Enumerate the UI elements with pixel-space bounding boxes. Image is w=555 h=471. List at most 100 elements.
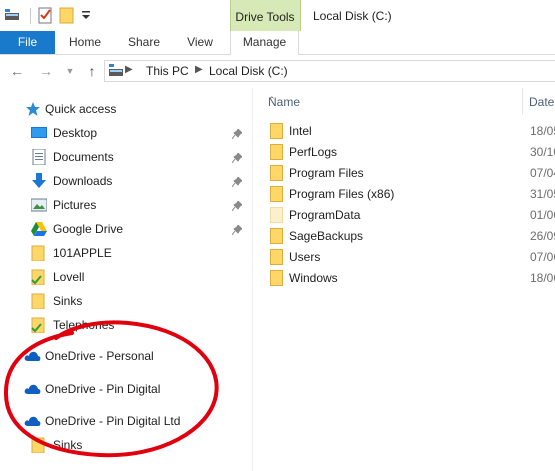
sidebar-item-onedrive-personal[interactable]: OneDrive - Personal <box>0 344 252 368</box>
pin-icon[interactable] <box>231 128 243 142</box>
tab-home[interactable]: Home <box>62 31 108 54</box>
this-pc-icon <box>109 64 125 81</box>
onedrive-cloud-icon <box>24 381 41 397</box>
breadcrumb-this-pc[interactable]: This PC <box>146 64 189 78</box>
new-folder-icon[interactable] <box>59 6 75 27</box>
sidebar-item-label: Lovell <box>53 270 85 284</box>
tab-share[interactable]: Share <box>120 31 168 54</box>
file-row[interactable]: Users 07/06 <box>253 246 555 267</box>
properties-icon[interactable] <box>37 6 53 27</box>
folder-icon <box>270 186 284 205</box>
pin-icon[interactable] <box>231 152 243 166</box>
navigation-pane: Quick access Desktop Documents Downloads… <box>0 88 252 471</box>
sidebar-item-label: 101APPLE <box>53 246 112 260</box>
recent-locations-icon[interactable]: ▼ <box>62 63 78 79</box>
sidebar-item-label: OneDrive - Personal <box>45 349 154 363</box>
pin-icon[interactable] <box>231 200 243 214</box>
file-date: 18/06 <box>530 271 555 285</box>
file-date: 07/06 <box>530 250 555 264</box>
downloads-icon <box>31 173 47 189</box>
tab-manage[interactable]: Manage <box>230 31 299 55</box>
sort-ascending-icon: ⌃ <box>268 95 276 105</box>
sidebar-item-label: Quick access <box>45 102 117 116</box>
pin-icon[interactable] <box>231 176 243 190</box>
drive-tools-label: Drive Tools <box>235 10 295 24</box>
back-arrow-icon[interactable]: ← <box>9 63 25 79</box>
star-icon <box>25 101 41 117</box>
column-header-name[interactable]: Name ⌃ <box>268 88 523 114</box>
sidebar-item-label: Downloads <box>53 174 113 188</box>
breadcrumb-chevron-icon[interactable]: ▶ <box>125 64 133 75</box>
file-date: 31/05 <box>530 187 555 201</box>
file-date: 01/06 <box>530 208 555 222</box>
documents-icon <box>31 148 47 166</box>
breadcrumb-local-disk[interactable]: Local Disk (C:) <box>209 64 288 78</box>
pictures-icon <box>30 197 48 213</box>
file-row[interactable]: Program Files (x86) 31/05 <box>253 183 555 204</box>
sidebar-item-google-drive[interactable]: Google Drive <box>0 217 252 241</box>
file-date: 26/09 <box>530 229 555 243</box>
onedrive-cloud-icon <box>24 348 41 364</box>
ribbon-tabs: File Home Share View Manage <box>0 31 555 55</box>
file-row[interactable]: ProgramData 01/06 <box>253 204 555 225</box>
file-row[interactable]: PerfLogs 30/10 <box>253 141 555 162</box>
tab-file[interactable]: File <box>0 31 55 54</box>
sidebar-item-pictures[interactable]: Pictures <box>0 193 252 217</box>
file-date: 07/04 <box>530 166 555 180</box>
google-drive-icon <box>31 221 47 237</box>
file-date: 18/05 <box>530 124 555 138</box>
file-name: Program Files <box>289 166 364 180</box>
folder-icon <box>270 249 284 268</box>
sidebar-item-101apple[interactable]: 101APPLE <box>0 241 252 265</box>
sidebar-item-downloads[interactable]: Downloads <box>0 169 252 193</box>
sidebar-item-onedrive-pin-digital[interactable]: OneDrive - Pin Digital <box>0 377 252 401</box>
file-row[interactable]: Program Files 07/04 <box>253 162 555 183</box>
address-bar[interactable]: ▶ This PC ▶ Local Disk (C:) <box>104 60 555 82</box>
navigation-bar: ← → ▼ ↑ ▶ This PC ▶ Local Disk (C:) <box>0 55 555 87</box>
file-name: PerfLogs <box>289 145 338 159</box>
column-header-label: Date <box>529 95 555 109</box>
quick-access-toolbar <box>4 6 97 26</box>
tab-view[interactable]: View <box>178 31 222 54</box>
sidebar-item-label: Sinks <box>53 294 83 308</box>
folder-icon <box>31 293 47 310</box>
sidebar-item-label: Telephones <box>53 318 115 332</box>
up-arrow-icon[interactable]: ↑ <box>84 63 100 79</box>
file-row[interactable]: Windows 18/06 <box>253 267 555 288</box>
sidebar-item-label: Google Drive <box>53 222 124 236</box>
file-name: SageBackups <box>289 229 364 243</box>
forward-arrow-icon[interactable]: → <box>38 63 54 79</box>
onedrive-cloud-icon <box>24 413 41 429</box>
folder-icon <box>270 144 284 163</box>
folder-icon <box>270 123 284 142</box>
column-divider[interactable] <box>522 88 523 114</box>
sidebar-item-lovell[interactable]: Lovell <box>0 265 252 289</box>
file-name: Users <box>289 250 321 264</box>
sidebar-item-label: OneDrive - Pin Digital <box>45 382 161 396</box>
customize-toolbar-icon[interactable] <box>81 9 91 24</box>
drive-app-icon[interactable] <box>4 7 20 26</box>
folder-icon <box>270 270 284 289</box>
breadcrumb-chevron-icon[interactable]: ▶ <box>195 64 203 75</box>
sidebar-item-telephones[interactable]: Telephones <box>0 313 252 337</box>
sidebar-item-label: Desktop <box>53 126 98 140</box>
pin-icon[interactable] <box>231 224 243 238</box>
folder-icon <box>270 228 284 247</box>
title-bar: Drive Tools Local Disk (C:) <box>0 0 555 31</box>
synced-folder-icon <box>31 269 47 286</box>
hidden-folder-icon <box>270 207 284 226</box>
sidebar-item-onedrive-pin-digital-ltd[interactable]: OneDrive - Pin Digital Ltd <box>0 409 252 433</box>
sidebar-item-documents[interactable]: Documents <box>0 145 252 169</box>
sidebar-item-sinks-onedrive[interactable]: Sinks <box>0 433 252 457</box>
desktop-icon <box>31 125 47 141</box>
column-header-date[interactable]: Date <box>529 88 555 114</box>
window-title: Local Disk (C:) <box>313 9 392 23</box>
file-row[interactable]: Intel 18/05 <box>253 120 555 141</box>
sidebar-item-sinks[interactable]: Sinks <box>0 289 252 313</box>
file-name: Windows <box>289 271 338 285</box>
file-row[interactable]: SageBackups 26/09 <box>253 225 555 246</box>
file-name: Program Files (x86) <box>289 187 395 201</box>
folder-icon <box>31 437 47 454</box>
sidebar-item-desktop[interactable]: Desktop <box>0 121 252 145</box>
sidebar-item-quick-access[interactable]: Quick access <box>0 97 252 121</box>
